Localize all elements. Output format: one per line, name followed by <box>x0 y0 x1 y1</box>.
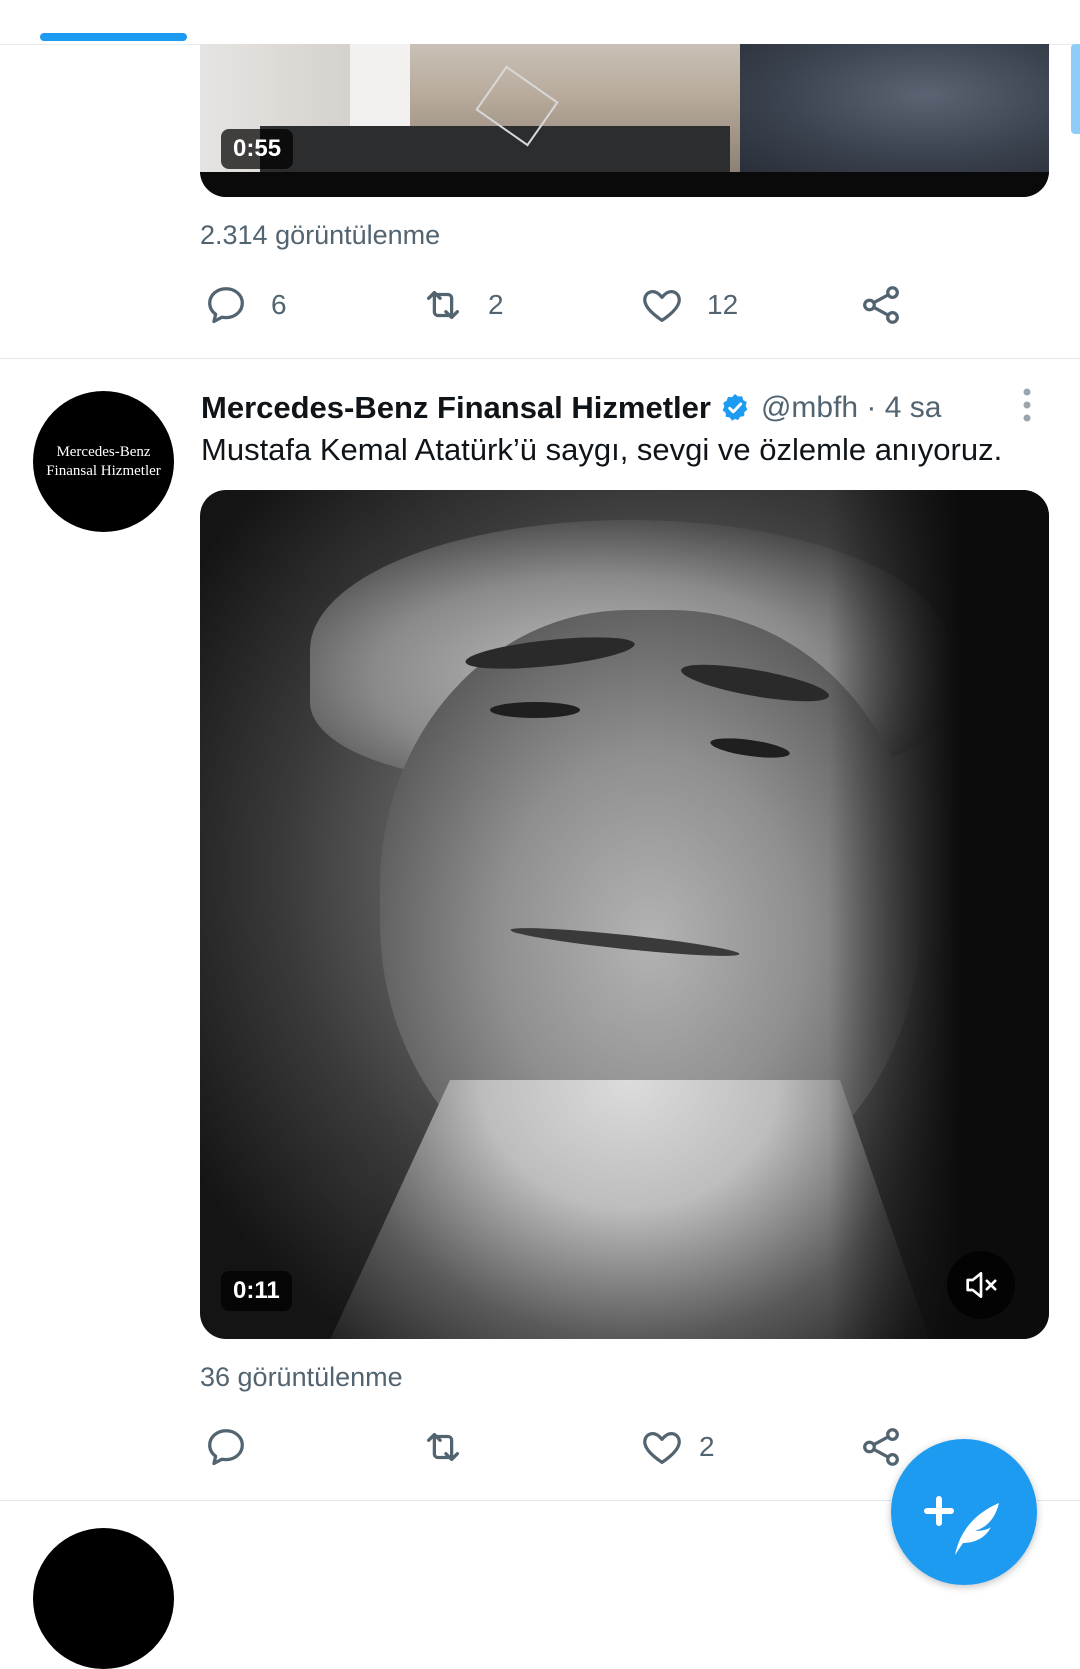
reply-count: 6 <box>271 289 287 320</box>
retweet-icon <box>426 1432 460 1462</box>
compose-tweet-button[interactable] <box>891 1439 1037 1585</box>
avatar[interactable] <box>33 1528 174 1669</box>
reply-button[interactable]: 6 <box>203 285 287 325</box>
retweet-button[interactable] <box>420 1427 488 1467</box>
active-tab-indicator <box>40 33 187 41</box>
share-icon <box>863 286 899 324</box>
like-button[interactable]: 2 <box>639 1427 715 1467</box>
video-duration-badge: 0:11 <box>221 1271 292 1311</box>
top-tab-bar <box>0 0 1080 45</box>
reply-icon <box>208 1429 244 1466</box>
like-count: 12 <box>707 289 739 320</box>
share-button[interactable] <box>858 285 904 325</box>
avatar[interactable]: Mercedes-Benz Finansal Hizmetler <box>33 391 174 532</box>
like-button[interactable]: 12 <box>639 285 738 325</box>
reply-button[interactable] <box>203 1427 271 1467</box>
tweet-header: Mercedes-Benz Finansal Hizmetler @mbfh ·… <box>201 386 941 430</box>
share-button[interactable] <box>858 1427 904 1467</box>
video-duration-badge: 0:55 <box>221 129 294 169</box>
tweet-video[interactable]: 0:11 <box>200 490 1049 1339</box>
handle-and-time: @mbfh · 4 sa <box>760 391 942 424</box>
tweet-divider <box>0 358 1080 359</box>
compose-icon <box>924 1496 999 1555</box>
retweet-count: 2 <box>488 289 504 320</box>
mute-icon <box>966 1272 997 1298</box>
like-count: 2 <box>699 1431 715 1462</box>
tweet-text: Mustafa Kemal Atatürk’ü saygı, sevgi ve … <box>201 432 1003 467</box>
like-icon <box>643 1431 681 1464</box>
verified-badge-icon <box>722 394 748 421</box>
mute-button[interactable] <box>947 1251 1015 1319</box>
scrollbar-thumb[interactable] <box>1071 44 1080 134</box>
share-icon <box>863 1428 899 1466</box>
display-name[interactable]: Mercedes-Benz Finansal Hizmetler <box>201 390 711 426</box>
view-count: 2.314 görüntülenme <box>200 220 441 250</box>
view-count: 36 görüntülenme <box>200 1362 403 1392</box>
previous-tweet-video[interactable]: 0:55 <box>200 44 1049 197</box>
avatar-text-line1: Mercedes-Benz <box>56 443 151 460</box>
like-icon <box>643 289 681 322</box>
more-icon[interactable] <box>1012 386 1042 426</box>
retweet-button[interactable]: 2 <box>420 285 504 325</box>
reply-icon <box>208 287 244 324</box>
retweet-icon <box>426 290 460 320</box>
avatar-text-line2: Finansal Hizmetler <box>46 462 161 479</box>
